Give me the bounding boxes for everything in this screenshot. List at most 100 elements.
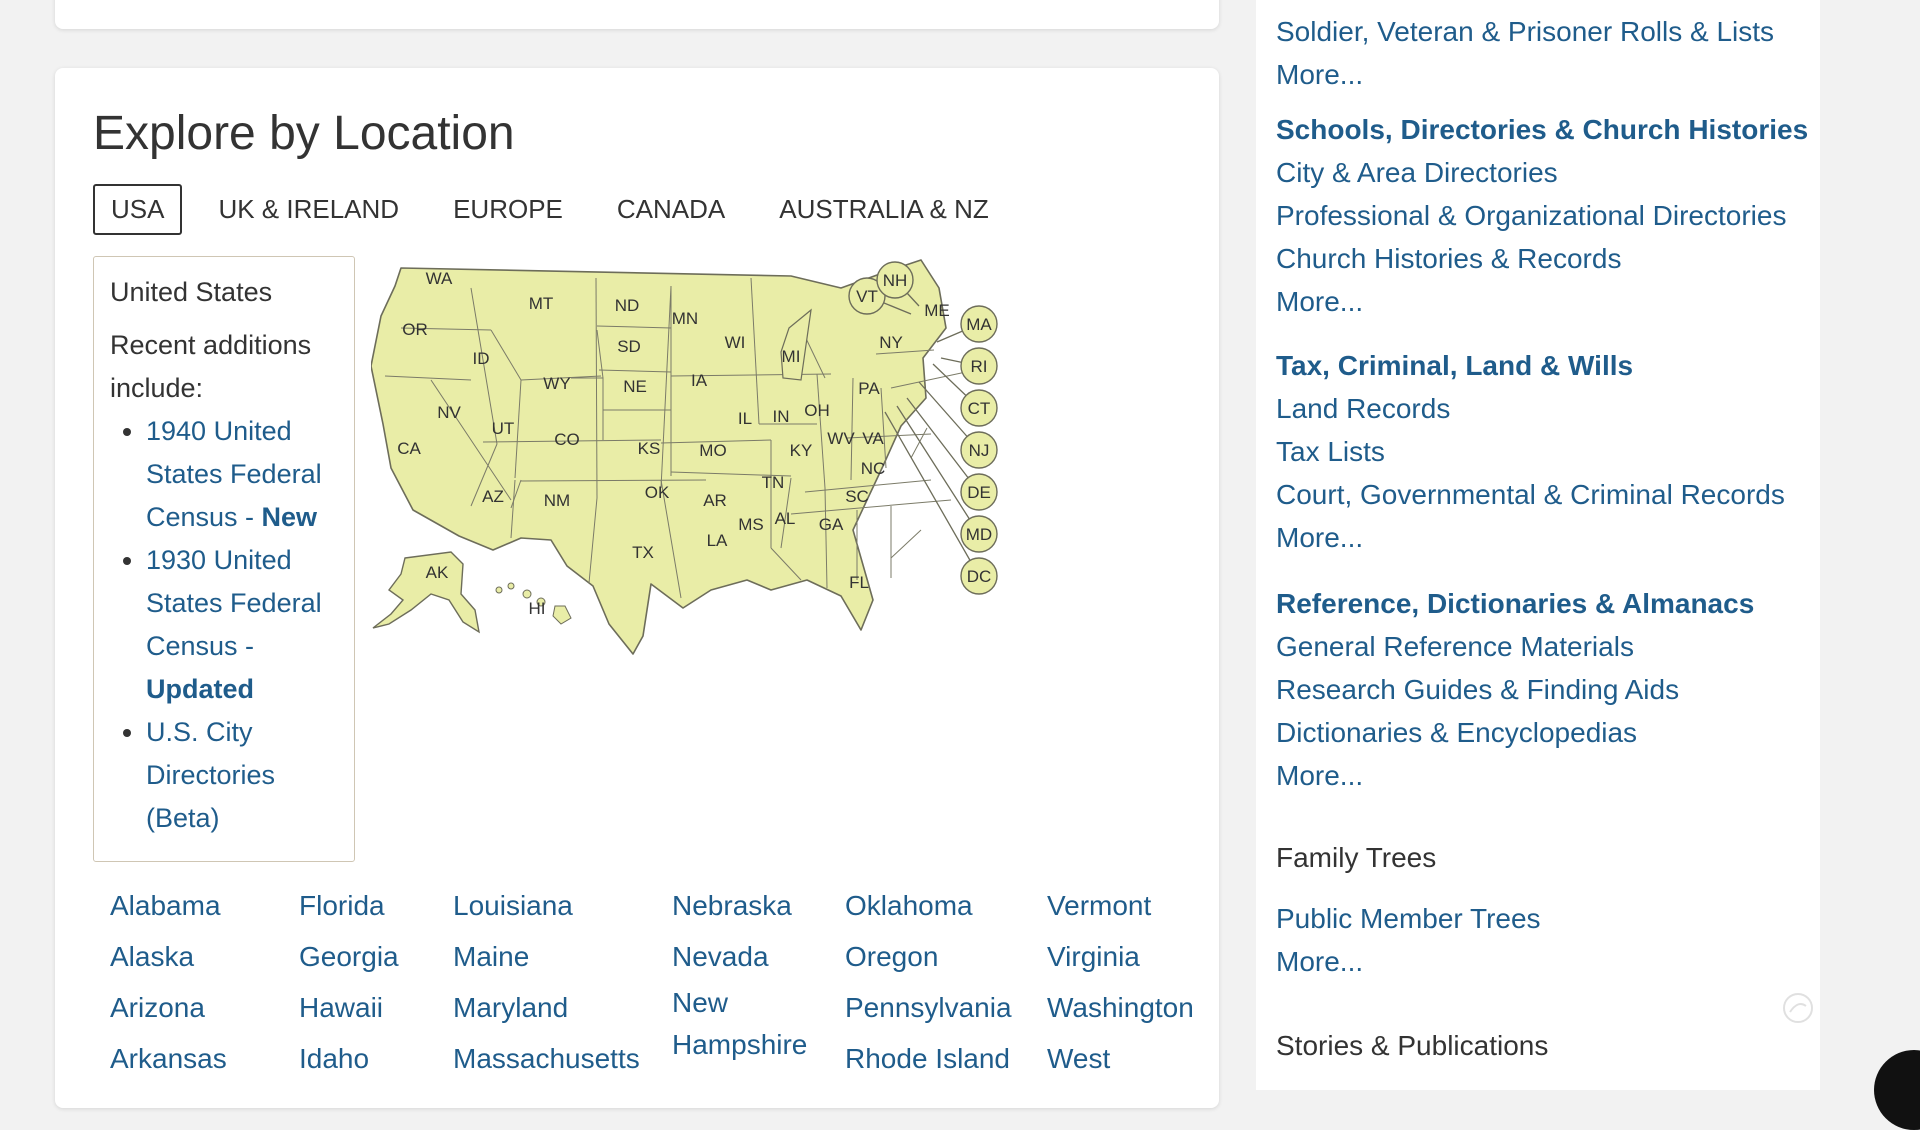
more-link[interactable]: More...	[1276, 53, 1774, 96]
category-heading-family-trees: Family Trees	[1276, 842, 1437, 873]
state-label-ct: CT	[968, 399, 991, 418]
tab-canada[interactable]: CANADA	[599, 184, 743, 235]
link-soldier-rolls[interactable]: Soldier, Veteran & Prisoner Rolls & List…	[1276, 10, 1774, 53]
category-heading-tax[interactable]: Tax, Criminal, Land & Wills	[1276, 344, 1785, 387]
state-label-fl: FL	[849, 573, 869, 592]
state-label-ut: UT	[492, 419, 515, 438]
more-link[interactable]: More...	[1276, 754, 1754, 797]
link-research-guides[interactable]: Research Guides & Finding Aids	[1276, 668, 1754, 711]
state-link-rhode-island[interactable]: Rhode Island	[845, 1033, 1012, 1084]
state-label-nm: NM	[544, 491, 570, 510]
recent-list: 1940 United States Federal Census - New …	[110, 410, 338, 840]
state-link-arizona[interactable]: Arizona	[110, 982, 227, 1033]
state-label-ky: KY	[790, 441, 813, 460]
state-link-maine[interactable]: Maine	[453, 931, 640, 982]
link-land-records[interactable]: Land Records	[1276, 387, 1785, 430]
state-link-alabama[interactable]: Alabama	[110, 880, 227, 931]
category-heading-schools[interactable]: Schools, Directories & Church Histories	[1276, 108, 1808, 151]
link-church-histories[interactable]: Church Histories & Records	[1276, 237, 1808, 280]
state-label-ks: KS	[638, 439, 661, 458]
state-label-md: MD	[966, 525, 992, 544]
state-link-idaho[interactable]: Idaho	[299, 1033, 399, 1084]
category-heading-reference[interactable]: Reference, Dictionaries & Almanacs	[1276, 582, 1754, 625]
link-general-reference[interactable]: General Reference Materials	[1276, 625, 1754, 668]
hawaii-island	[507, 582, 515, 590]
state-column: Nebraska Nevada New Hampshire	[672, 880, 822, 1066]
hawaii-island	[495, 586, 503, 594]
state-link-vermont[interactable]: Vermont	[1047, 880, 1194, 931]
state-label-al: AL	[775, 509, 796, 528]
state-label-ny: NY	[879, 333, 903, 352]
tab-australia-nz[interactable]: AUSTRALIA & NZ	[761, 184, 1007, 235]
state-link-florida[interactable]: Florida	[299, 880, 399, 931]
state-label-az: AZ	[482, 487, 504, 506]
state-link-oklahoma[interactable]: Oklahoma	[845, 880, 1012, 931]
state-label-oh: OH	[804, 401, 830, 420]
us-map[interactable]: WA OR CA ID NV MT WY UT AZ CO NM ND SD NE KS OK TX MN IA MO…	[371, 248, 1211, 768]
state-label-pa: PA	[858, 379, 880, 398]
state-link-nebraska[interactable]: Nebraska	[672, 880, 822, 931]
state-label-mi: MI	[782, 347, 801, 366]
state-label-de: DE	[967, 483, 991, 502]
state-link-pennsylvania[interactable]: Pennsylvania	[845, 982, 1012, 1033]
link-dictionaries[interactable]: Dictionaries & Encyclopedias	[1276, 711, 1754, 754]
updated-badge: Updated	[146, 674, 254, 704]
state-label-wv: WV	[827, 429, 855, 448]
state-link-west-virginia[interactable]: West	[1047, 1033, 1194, 1084]
state-label-nv: NV	[437, 403, 461, 422]
tab-usa[interactable]: USA	[93, 184, 183, 235]
state-link-maryland[interactable]: Maryland	[453, 982, 640, 1033]
tab-uk-ireland[interactable]: UK & IRELAND	[200, 184, 417, 235]
state-link-oregon[interactable]: Oregon	[845, 931, 1012, 982]
state-label-hi: HI	[529, 599, 546, 618]
state-link-arkansas[interactable]: Arkansas	[110, 1033, 227, 1084]
state-label-ca: CA	[397, 439, 421, 458]
state-label-mo: MO	[699, 441, 726, 460]
state-label-nd: ND	[615, 296, 640, 315]
state-label-dc: DC	[967, 567, 992, 586]
schools-group: Schools, Directories & Church Histories …	[1276, 108, 1808, 323]
link-public-member-trees[interactable]: Public Member Trees	[1276, 897, 1541, 940]
feedback-icon[interactable]	[1780, 990, 1816, 1026]
tab-europe[interactable]: EUROPE	[435, 184, 581, 235]
state-link-louisiana[interactable]: Louisiana	[453, 880, 640, 931]
link-tax-lists[interactable]: Tax Lists	[1276, 430, 1785, 473]
link-city-directories[interactable]: City & Area Directories	[1276, 151, 1808, 194]
section-title: Explore by Location	[93, 107, 515, 160]
state-link-hawaii[interactable]: Hawaii	[299, 982, 399, 1033]
tax-group: Tax, Criminal, Land & Wills Land Records…	[1276, 344, 1785, 559]
state-label-ak: AK	[426, 563, 449, 582]
chat-button[interactable]	[1874, 1050, 1920, 1130]
link-professional-directories[interactable]: Professional & Organizational Directorie…	[1276, 194, 1808, 237]
more-link[interactable]: More...	[1276, 280, 1808, 323]
state-link-new-hampshire[interactable]: New Hampshire	[672, 982, 822, 1066]
state-label-ok: OK	[645, 483, 670, 502]
state-column: Vermont Virginia Washington West	[1047, 880, 1194, 1084]
more-link[interactable]: More...	[1276, 516, 1785, 559]
state-link-massachusetts[interactable]: Massachusetts	[453, 1033, 640, 1084]
link-court-records[interactable]: Court, Governmental & Criminal Records	[1276, 473, 1785, 516]
explore-by-location-card: Explore by Location USA UK & IRELAND EUR…	[55, 68, 1219, 1108]
state-label-nj: NJ	[969, 441, 990, 460]
state-label-co: CO	[554, 430, 580, 449]
state-label-mn: MN	[672, 309, 698, 328]
state-link-georgia[interactable]: Georgia	[299, 931, 399, 982]
recent-link-city-directories[interactable]: U.S. City Directories (Beta)	[146, 717, 275, 833]
family-trees-group: Family Trees Public Member Trees More...	[1276, 836, 1541, 983]
state-link-washington[interactable]: Washington	[1047, 982, 1194, 1033]
recent-link-1940-census[interactable]: 1940 United States Federal Census - New	[146, 416, 322, 532]
more-link[interactable]: More...	[1276, 940, 1541, 983]
state-label-me: ME	[924, 301, 950, 320]
state-column: Alabama Alaska Arizona Arkansas	[110, 880, 227, 1084]
recent-link-1930-census[interactable]: 1930 United States Federal Census - Upda…	[146, 545, 322, 704]
state-label-nc: NC	[861, 459, 886, 478]
state-label-ar: AR	[703, 491, 727, 510]
hawaii-island	[522, 589, 532, 599]
state-link-alaska[interactable]: Alaska	[110, 931, 227, 982]
state-link-nevada[interactable]: Nevada	[672, 931, 822, 982]
state-link-virginia[interactable]: Virginia	[1047, 931, 1194, 982]
state-label-il: IL	[738, 409, 752, 428]
recent-intro: Recent additions include:	[110, 330, 312, 403]
state-label-id: ID	[473, 349, 490, 368]
state-label-mt: MT	[529, 294, 554, 313]
